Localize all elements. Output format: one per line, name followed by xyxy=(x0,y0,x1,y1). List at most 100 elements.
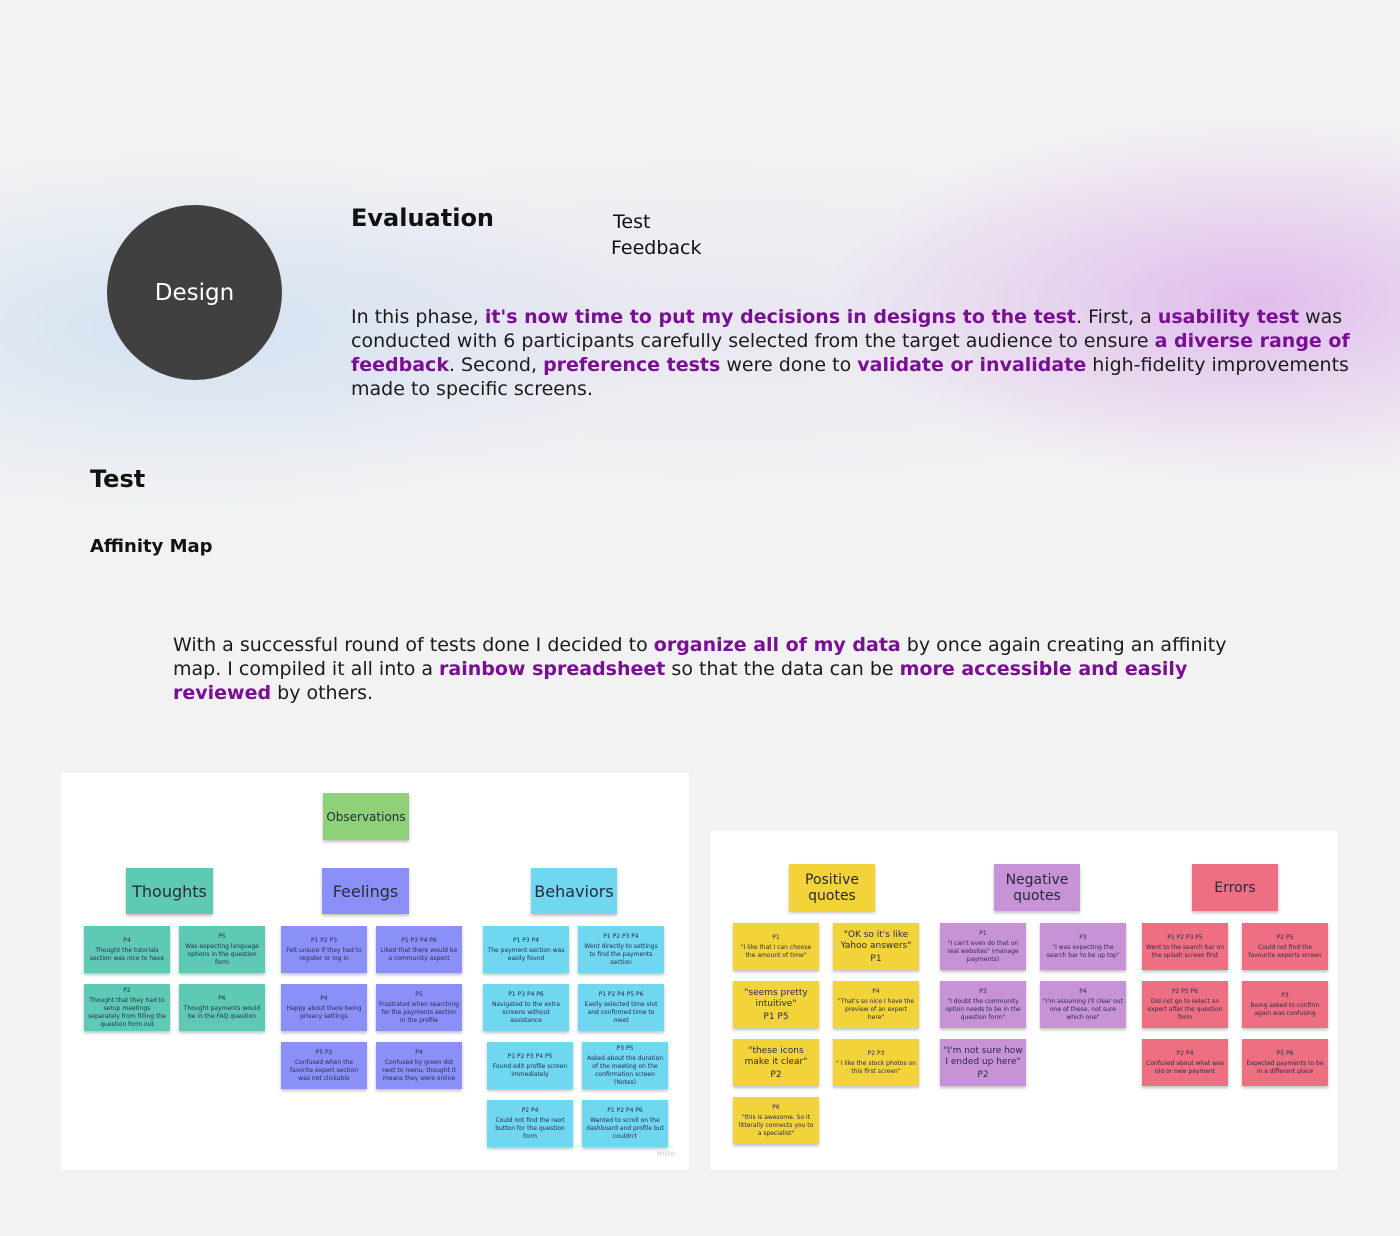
note-text: "I'm not sure how I ended up here" xyxy=(943,1045,1023,1067)
sticky-note: P1 "I can't even do that on real websites… xyxy=(940,923,1026,970)
note-text: Found edit profile screen immediately xyxy=(492,1062,568,1078)
sticky-note: P5 P2 Confused when the favorite expert s… xyxy=(281,1042,367,1089)
sticky-note: "these icons make it clear" P2 xyxy=(733,1039,819,1086)
note-text: "these icons make it clear" xyxy=(744,1045,808,1067)
sticky-note: P2 P4 Confused about what was old or new … xyxy=(1142,1039,1228,1086)
note-text: Was expecting language options in the qu… xyxy=(185,942,259,966)
evaluation-title: Evaluation xyxy=(351,204,495,232)
note-text: Thought that they had to setup meetings … xyxy=(88,996,166,1028)
sticky-note: P4 "That's so nice I have the preview of … xyxy=(833,981,919,1028)
note-text: Confused about what was old or new payme… xyxy=(1146,1059,1224,1075)
note-participants: P4 xyxy=(320,994,328,1002)
sticky-note: P1 P2 P3 P4 Went directly to settings to … xyxy=(578,926,664,973)
sticky-note: P1 P2 P3 P5 Went to the search bar on the… xyxy=(1142,923,1228,970)
note-text: Happy about there being privacy settings xyxy=(286,1004,362,1020)
note-participants: P1 P3 P4 P6 xyxy=(401,936,437,944)
note-text: "I was expecting the search bar to be up… xyxy=(1046,943,1120,959)
sticky-note: P5 Frustrated when searching for the paym… xyxy=(376,984,462,1031)
note-text: "I doubt the community option needs to b… xyxy=(945,997,1021,1021)
sticky-note: P1 P3 P4 P6 Liked that there would be a c… xyxy=(376,926,462,973)
note-text: "I can't even do that on real websites" … xyxy=(947,939,1019,963)
evaluation-tags: Test Feedback xyxy=(611,209,701,261)
note-participants: P5 P6 xyxy=(1276,1049,1294,1057)
note-participants: P1 P5 xyxy=(763,1011,789,1022)
note-participants: P6 xyxy=(772,1103,780,1111)
sticky-note: P2 P5 P6 Did not go to select an expert a… xyxy=(1142,981,1228,1028)
behaviors-header: Behaviors xyxy=(531,868,617,914)
note-participants: P1 P2 P3 xyxy=(310,936,338,944)
note-participants: P1 P2 P4 P6 xyxy=(607,1106,643,1114)
note-participants: P1 P2 P3 P4 P5 xyxy=(507,1052,553,1060)
note-participants: P6 xyxy=(218,994,226,1002)
note-participants: P4 xyxy=(123,936,131,944)
note-participants: P1 xyxy=(772,933,780,941)
sticky-note: P3 "I doubt the community option needs to… xyxy=(940,981,1026,1028)
note-participants: P1 xyxy=(870,953,882,964)
positive-quotes-header: Positive quotes xyxy=(789,864,875,911)
note-text: Thought payments would be in the FAQ que… xyxy=(183,1004,261,1020)
note-participants: P1 P2 P3 P4 xyxy=(603,932,639,940)
note-text: Could not find the favourite experts scr… xyxy=(1248,943,1322,959)
note-participants: P3 xyxy=(1079,933,1087,941)
note-text: Felt unsure if they had to register or l… xyxy=(286,946,362,962)
sticky-note: P6 "this is awesome. So it litterally con… xyxy=(733,1097,819,1144)
sticky-note: P4 "I'm assuming I'll clear out one of th… xyxy=(1040,981,1126,1028)
sticky-note: P6 Thought payments would be in the FAQ q… xyxy=(179,984,265,1031)
sticky-note: P1 P2 P3 P4 P5 Found edit profile screen … xyxy=(487,1042,573,1089)
affinity-text: so that the data can be xyxy=(665,658,900,680)
errors-header: Errors xyxy=(1192,864,1278,911)
sticky-note: P4 Happy about there being privacy settin… xyxy=(281,984,367,1031)
sticky-note: P4 Confused by green dot next to menu, th… xyxy=(376,1042,462,1089)
note-text: "OK so it's like Yahoo answers" xyxy=(840,929,912,951)
note-participants: P2 xyxy=(770,1069,782,1080)
note-text: "I like that I can choose the amount of … xyxy=(740,943,812,959)
sticky-note: P3 Being asked to confirm again was confu… xyxy=(1242,981,1328,1028)
affinity-map-title: Affinity Map xyxy=(90,536,213,557)
note-participants: P1 P3 P4 xyxy=(512,936,540,944)
sticky-note: P1 P2 P3 Felt unsure if they had to regis… xyxy=(281,926,367,973)
note-participants: P2 xyxy=(977,1069,989,1080)
sticky-note: P1 P2 P4 P6 Wanted to scroll on the dashb… xyxy=(582,1100,668,1147)
note-participants: P2 P4 xyxy=(521,1106,539,1114)
note-participants: P2 xyxy=(123,986,131,994)
observations-affinity-board: miro Observations Thoughts P4 Thought the t… xyxy=(61,773,689,1170)
sticky-note: P2 P4 Could not find the next button for … xyxy=(487,1100,573,1147)
note-participants: P2 P5 xyxy=(1276,933,1294,941)
note-text: Liked that there would be a community as… xyxy=(380,946,458,962)
note-text: The payment section was easily found xyxy=(487,946,565,962)
evaluation-text: . First, a xyxy=(1075,306,1158,328)
sticky-note: "seems pretty intuitive" P1 P5 xyxy=(733,981,819,1028)
note-text: Navigated to the extra screens without a… xyxy=(492,1000,560,1024)
note-text: Could not find the next button for the q… xyxy=(495,1116,565,1140)
sticky-note: P2 Thought that they had to setup meeting… xyxy=(84,984,170,1031)
sticky-note: P5 Was expecting language options in the … xyxy=(179,926,265,973)
note-text: Expected payments to be in a different p… xyxy=(1246,1059,1324,1075)
design-phase-badge: Design xyxy=(107,205,282,380)
note-text: "That's so nice I have the preview of an… xyxy=(837,997,915,1021)
negative-quotes-header: Negative quotes xyxy=(994,864,1080,911)
sticky-note: P1 P3 P4 P6 Navigated to the extra screen… xyxy=(483,984,569,1031)
sticky-note: P2 P3 " I like the stock photos on this f… xyxy=(833,1039,919,1086)
evaluation-text: . Second, xyxy=(448,354,544,376)
tag-test: Test xyxy=(613,211,651,233)
miro-watermark: miro xyxy=(656,1149,675,1158)
note-text: "I'm assuming I'll clear out one of thes… xyxy=(1043,997,1123,1021)
test-section-title: Test xyxy=(90,465,146,493)
note-participants: P1 xyxy=(979,929,987,937)
sticky-note: P5 P6 Expected payments to be in a differ… xyxy=(1242,1039,1328,1086)
note-text: Confused by green dot next to menu, thou… xyxy=(382,1058,456,1082)
sticky-note: "I'm not sure how I ended up here" P2 xyxy=(940,1039,1026,1086)
note-participants: P5 xyxy=(218,932,226,940)
note-participants: P4 xyxy=(415,1048,423,1056)
note-text: Wanted to scroll on the dashboard and pr… xyxy=(586,1116,664,1140)
affinity-paragraph: With a successful round of tests done I … xyxy=(173,633,1253,705)
affinity-text: by others. xyxy=(271,682,374,704)
note-participants: P4 xyxy=(872,987,880,995)
note-participants: P4 xyxy=(1079,987,1087,995)
note-text: Went directly to settings to find the pa… xyxy=(584,942,658,966)
note-participants: P3 xyxy=(979,987,987,995)
design-phase-label: Design xyxy=(154,279,235,306)
note-participants: P5 xyxy=(415,990,423,998)
evaluation-text: were done to xyxy=(720,354,858,376)
tag-feedback: Feedback xyxy=(611,237,702,259)
